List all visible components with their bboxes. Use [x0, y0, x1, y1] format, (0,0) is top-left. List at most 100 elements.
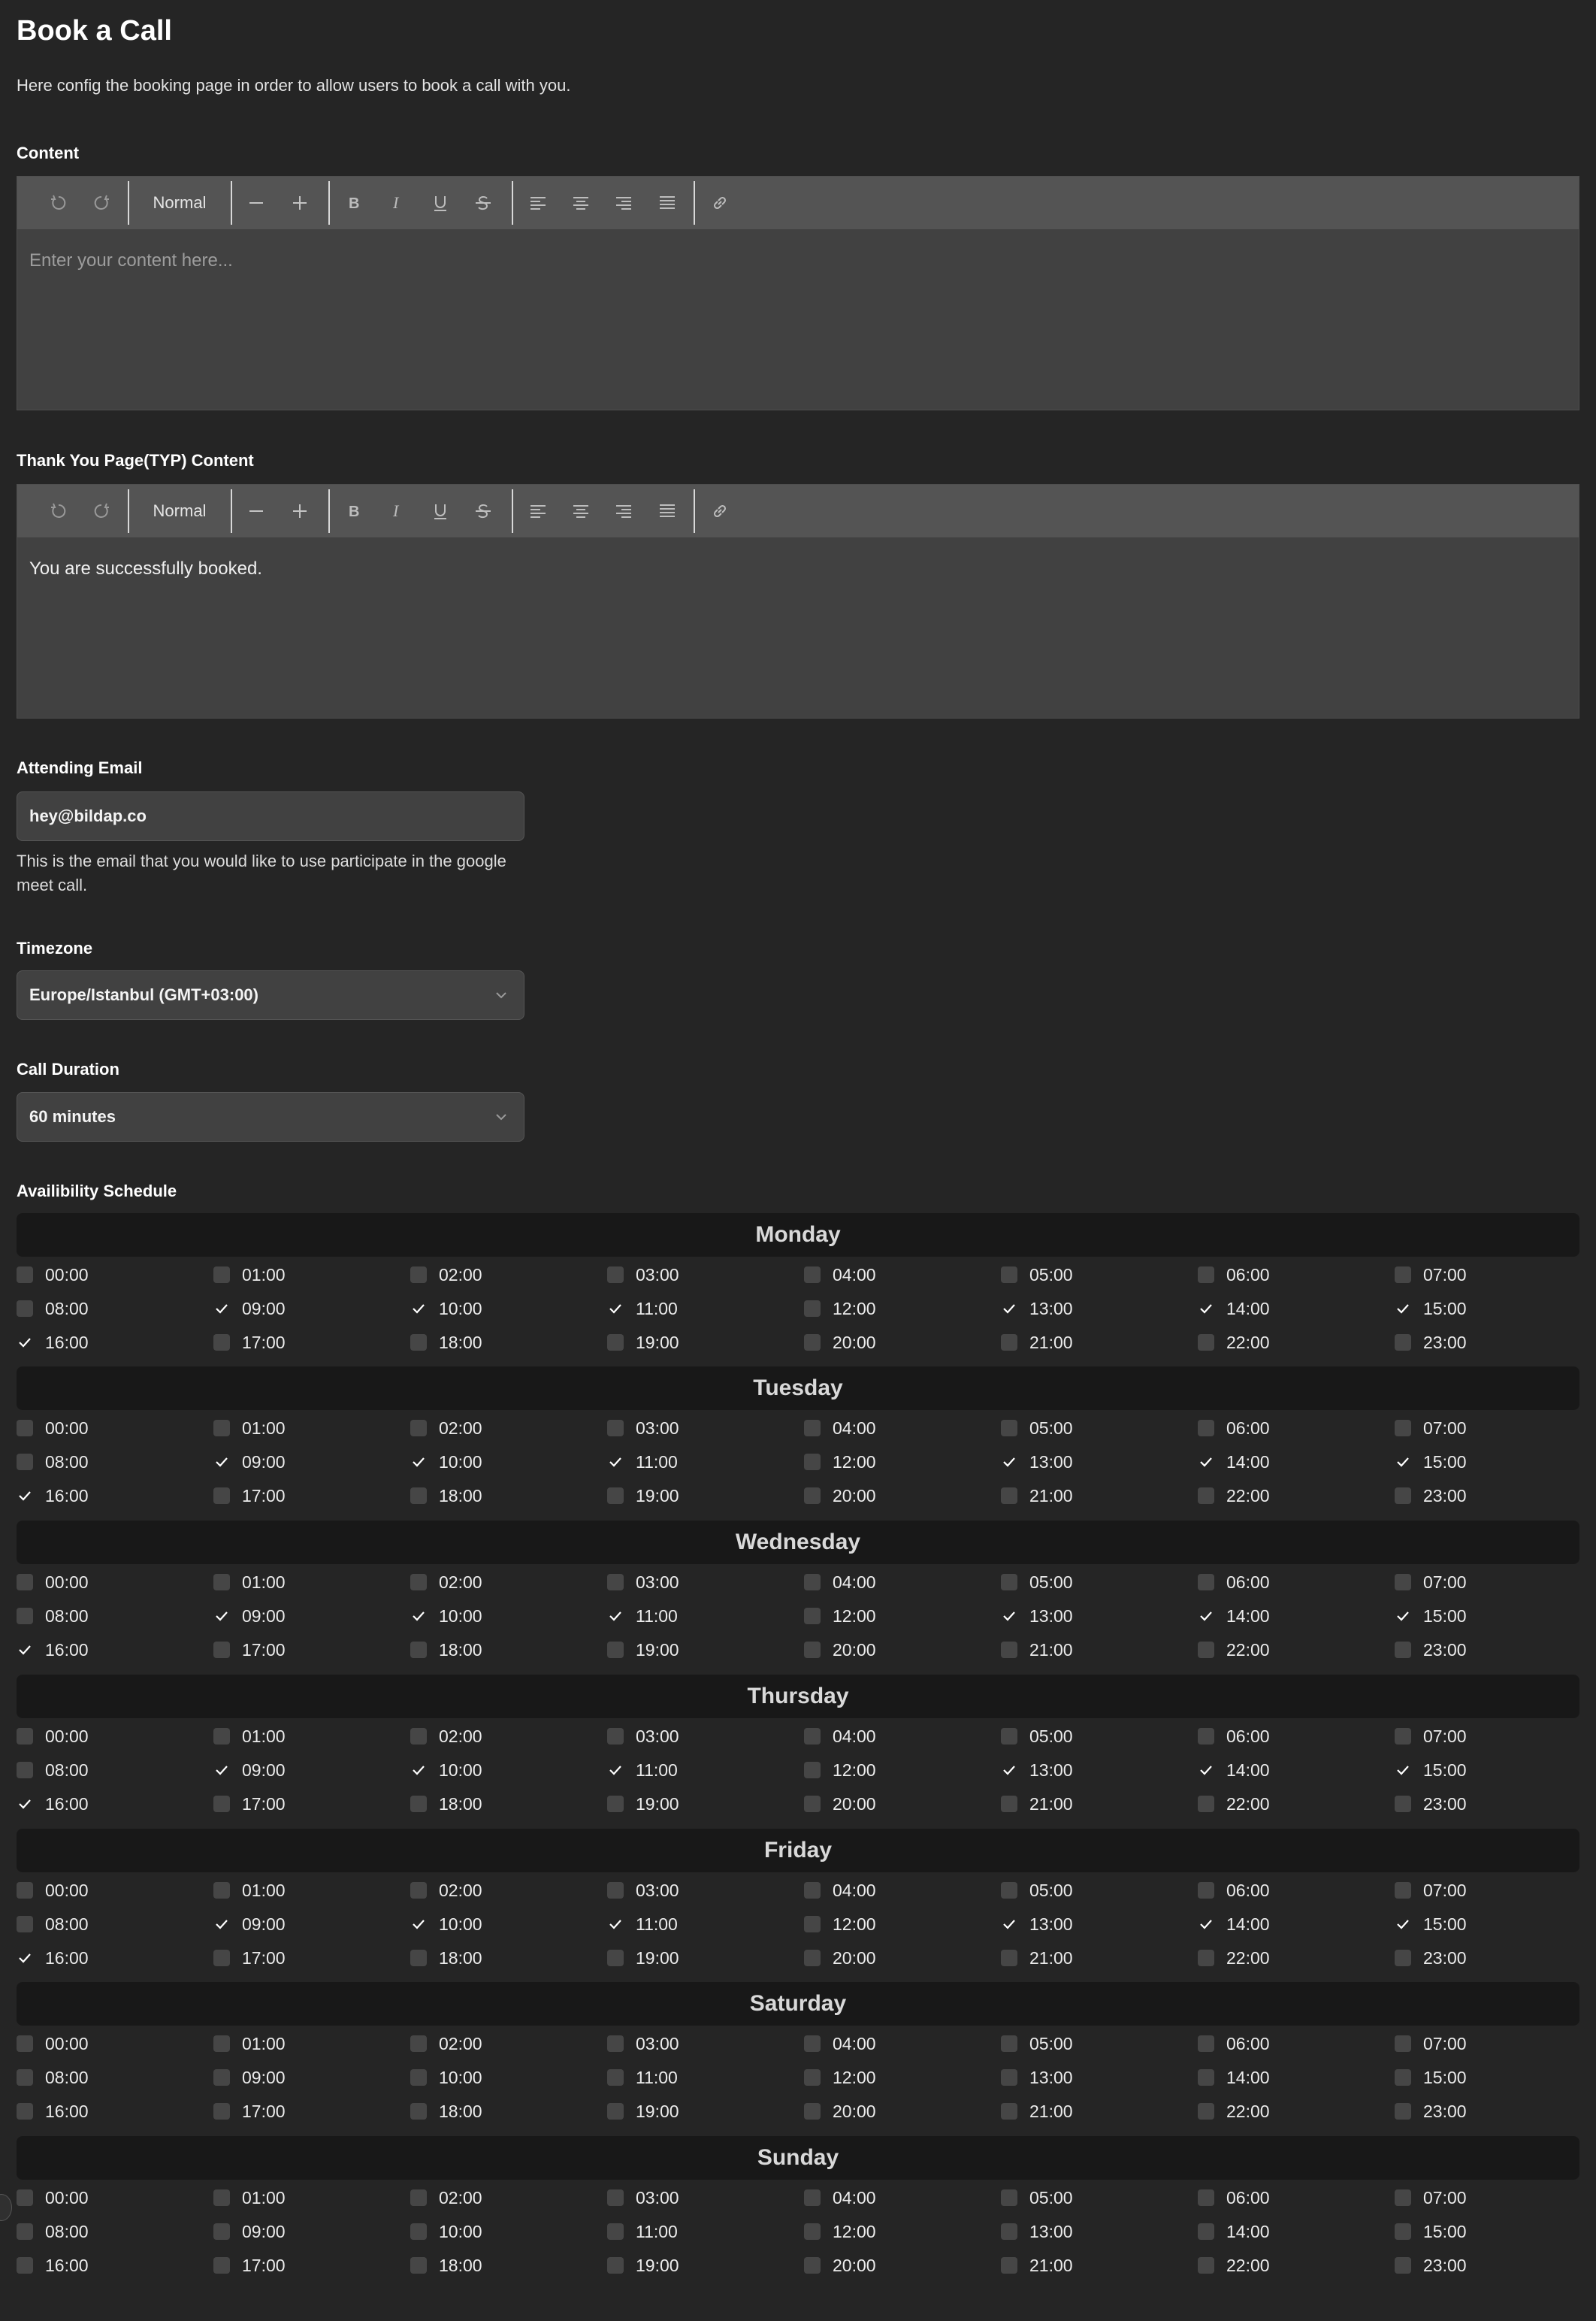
time-slot-checkbox[interactable]	[1395, 1950, 1411, 1966]
time-slot[interactable]: 09:00	[213, 1908, 286, 1941]
time-slot[interactable]: 07:00	[1395, 1720, 1467, 1753]
time-slot[interactable]: 06:00	[1198, 2181, 1270, 2214]
time-slot[interactable]: 09:00	[213, 2061, 286, 2094]
time-slot-checkbox-checked[interactable]	[410, 1916, 427, 1932]
time-slot-checkbox[interactable]	[17, 1420, 33, 1436]
align-left-icon[interactable]	[523, 485, 553, 537]
time-slot-checkbox[interactable]	[1001, 2035, 1017, 2052]
time-slot[interactable]: 22:00	[1198, 1787, 1270, 1820]
time-slot-checkbox[interactable]	[804, 1728, 821, 1745]
time-slot[interactable]: 16:00	[17, 2095, 89, 2128]
time-slot-checkbox[interactable]	[410, 1796, 427, 1812]
time-slot-checkbox[interactable]	[1395, 2223, 1411, 2240]
time-slot-checkbox[interactable]	[1198, 1487, 1214, 1504]
time-slot-checkbox[interactable]	[1395, 1266, 1411, 1283]
align-right-icon[interactable]	[609, 485, 639, 537]
time-slot-checkbox[interactable]	[804, 1642, 821, 1658]
time-slot[interactable]: 19:00	[607, 2095, 679, 2128]
time-slot-checkbox[interactable]	[213, 2035, 230, 2052]
time-slot[interactable]: 04:00	[804, 1720, 876, 1753]
time-slot-checkbox-checked[interactable]	[410, 1762, 427, 1778]
time-slot[interactable]: 07:00	[1395, 1874, 1467, 1907]
time-slot-checkbox[interactable]	[607, 1642, 624, 1658]
time-slot[interactable]: 23:00	[1395, 2095, 1467, 2128]
redo-icon[interactable]	[86, 485, 116, 537]
time-slot-checkbox[interactable]	[213, 1642, 230, 1658]
time-slot[interactable]: 09:00	[213, 1445, 286, 1478]
time-slot[interactable]: 23:00	[1395, 1326, 1467, 1359]
time-slot-checkbox[interactable]	[1395, 2257, 1411, 2274]
time-slot[interactable]: 06:00	[1198, 1874, 1270, 1907]
align-justify-icon[interactable]	[652, 177, 682, 229]
time-slot[interactable]: 06:00	[1198, 1258, 1270, 1291]
time-slot-checkbox[interactable]	[410, 1882, 427, 1899]
time-slot-checkbox[interactable]	[607, 1728, 624, 1745]
time-slot[interactable]: 13:00	[1001, 2061, 1073, 2094]
time-slot[interactable]: 18:00	[410, 1479, 482, 1512]
decrease-icon[interactable]	[241, 485, 271, 537]
time-slot[interactable]: 08:00	[17, 1292, 89, 1325]
time-slot[interactable]: 01:00	[213, 2181, 286, 2214]
time-slot-checkbox[interactable]	[213, 2257, 230, 2274]
time-slot-checkbox-checked[interactable]	[1001, 1454, 1017, 1470]
time-slot[interactable]: 04:00	[804, 1412, 876, 1445]
time-slot[interactable]: 21:00	[1001, 2249, 1073, 2282]
time-slot-checkbox[interactable]	[17, 1266, 33, 1283]
time-slot[interactable]: 04:00	[804, 2181, 876, 2214]
time-slot-checkbox[interactable]	[1395, 1574, 1411, 1590]
time-slot-checkbox-checked[interactable]	[1395, 1762, 1411, 1778]
time-slot[interactable]: 03:00	[607, 1874, 679, 1907]
time-slot-checkbox[interactable]	[213, 2189, 230, 2206]
time-slot[interactable]: 22:00	[1198, 2095, 1270, 2128]
time-slot-checkbox[interactable]	[17, 1608, 33, 1624]
bold-icon[interactable]: B	[339, 177, 369, 229]
time-slot[interactable]: 10:00	[410, 2215, 482, 2248]
time-slot-checkbox[interactable]	[1198, 2069, 1214, 2086]
content-editor-body[interactable]: Enter your content here...	[29, 248, 233, 274]
time-slot[interactable]: 21:00	[1001, 1787, 1073, 1820]
align-center-icon[interactable]	[566, 485, 596, 537]
time-slot[interactable]: 00:00	[17, 1874, 89, 1907]
time-slot-checkbox[interactable]	[17, 2257, 33, 2274]
typ-editor-body[interactable]: You are successfully booked.	[29, 556, 262, 582]
time-slot-checkbox-checked[interactable]	[1198, 1608, 1214, 1624]
time-slot[interactable]: 11:00	[607, 1445, 678, 1478]
time-slot[interactable]: 16:00	[17, 1479, 89, 1512]
time-slot[interactable]: 19:00	[607, 2249, 679, 2282]
time-slot-checkbox[interactable]	[804, 1796, 821, 1812]
time-slot[interactable]: 04:00	[804, 1258, 876, 1291]
time-slot-checkbox[interactable]	[1001, 1334, 1017, 1351]
time-slot-checkbox[interactable]	[804, 1574, 821, 1590]
time-slot-checkbox[interactable]	[804, 2223, 821, 2240]
time-slot[interactable]: 14:00	[1198, 1908, 1270, 1941]
time-slot[interactable]: 20:00	[804, 2249, 876, 2282]
time-slot[interactable]: 00:00	[17, 1412, 89, 1445]
time-slot-checkbox[interactable]	[1001, 2189, 1017, 2206]
time-slot[interactable]: 17:00	[213, 2249, 286, 2282]
time-slot-checkbox[interactable]	[1198, 1642, 1214, 1658]
time-slot[interactable]: 19:00	[607, 1326, 679, 1359]
strikethrough-icon[interactable]	[468, 485, 498, 537]
time-slot-checkbox[interactable]	[1198, 2223, 1214, 2240]
time-slot[interactable]: 10:00	[410, 1908, 482, 1941]
time-slot[interactable]: 07:00	[1395, 1566, 1467, 1599]
time-slot[interactable]: 01:00	[213, 1566, 286, 1599]
time-slot[interactable]: 13:00	[1001, 1292, 1073, 1325]
time-slot-checkbox[interactable]	[17, 1916, 33, 1932]
time-slot[interactable]: 02:00	[410, 2027, 482, 2060]
time-slot[interactable]: 00:00	[17, 1720, 89, 1753]
time-slot[interactable]: 14:00	[1198, 1445, 1270, 1478]
time-slot-checkbox[interactable]	[410, 1642, 427, 1658]
time-slot-checkbox[interactable]	[1001, 1728, 1017, 1745]
time-slot-checkbox[interactable]	[1001, 1420, 1017, 1436]
time-slot-checkbox[interactable]	[1395, 1420, 1411, 1436]
time-slot[interactable]: 03:00	[607, 1258, 679, 1291]
time-slot[interactable]: 17:00	[213, 1787, 286, 1820]
time-slot[interactable]: 19:00	[607, 1941, 679, 1975]
time-slot[interactable]: 05:00	[1001, 1566, 1073, 1599]
time-slot[interactable]: 05:00	[1001, 2027, 1073, 2060]
time-slot-checkbox-checked[interactable]	[213, 1300, 230, 1317]
time-slot-checkbox[interactable]	[607, 1950, 624, 1966]
time-slot-checkbox[interactable]	[1001, 1642, 1017, 1658]
time-slot-checkbox-checked[interactable]	[607, 1762, 624, 1778]
